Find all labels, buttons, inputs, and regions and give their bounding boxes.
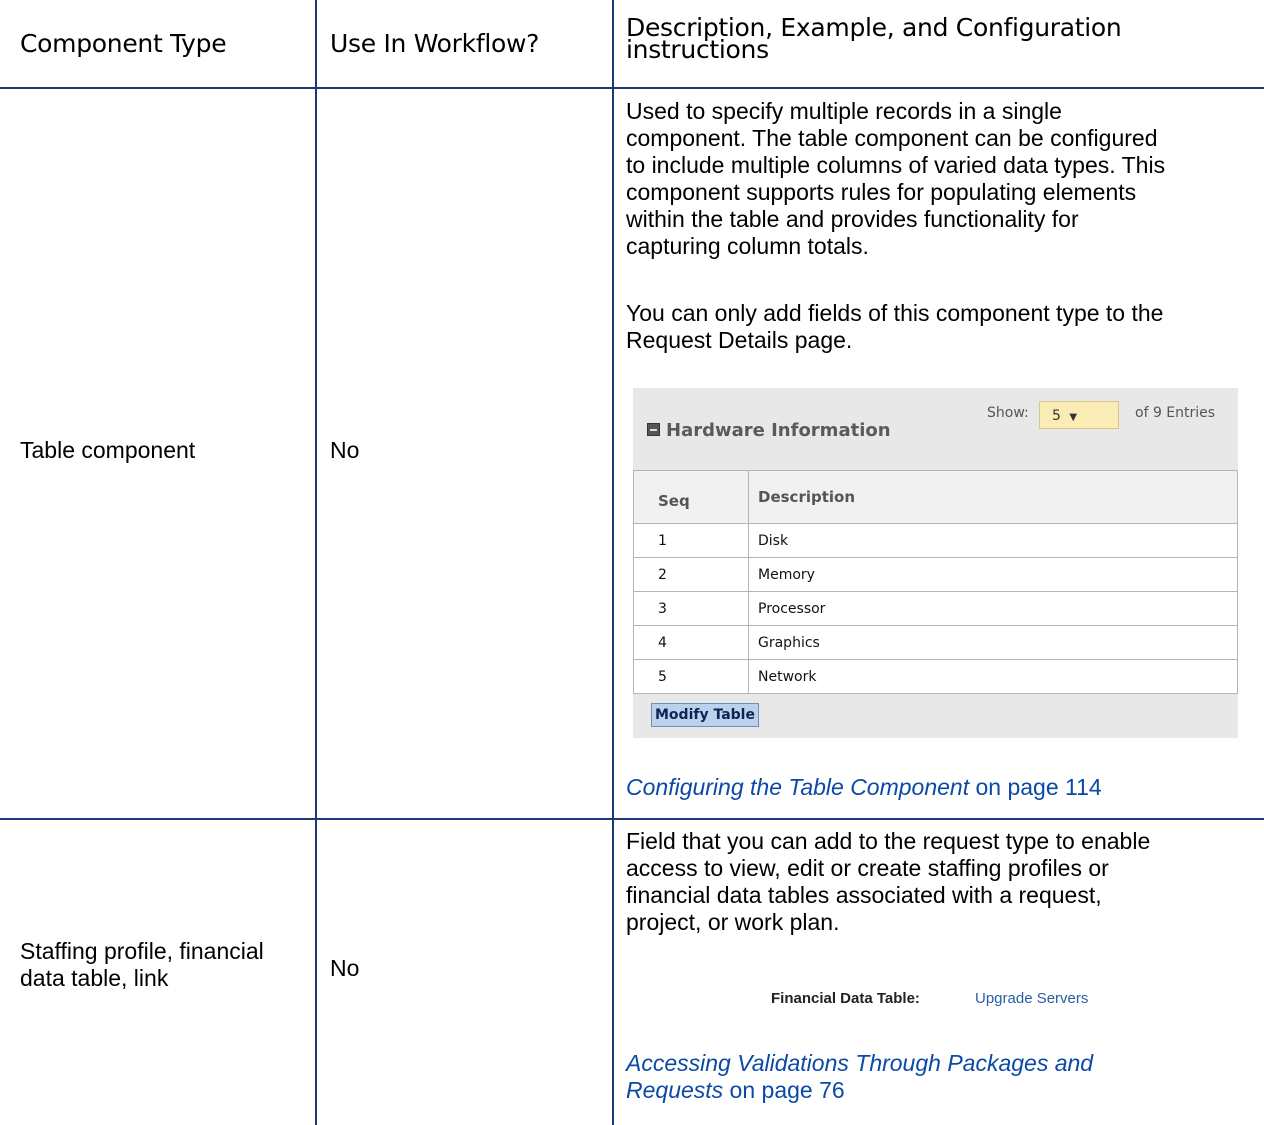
upgrade-servers-link[interactable]: Upgrade Servers	[975, 990, 1088, 1007]
configuring-table-link[interactable]: Configuring the Table Component	[626, 774, 969, 800]
col-header-seq[interactable]: Seq	[633, 470, 749, 524]
row-description: Memory	[748, 557, 1238, 592]
row-seq: 1	[633, 523, 749, 558]
row1-desc-line: Used to specify multiple records in a si…	[626, 98, 1062, 124]
row2-description: Field that you can add to the request ty…	[626, 828, 1150, 936]
row2-component-type-line2: data table, link	[20, 965, 169, 991]
row-divider	[0, 818, 1264, 820]
row2-component-type: Staffing profile, financial data table, …	[20, 938, 264, 992]
hardware-information-widget: Hardware Information Show: 5 ▼ of 9 Entr…	[633, 388, 1238, 738]
column-divider-1	[315, 0, 317, 1125]
show-label: Show:	[987, 405, 1029, 421]
row2-reference: Accessing Validations Through Packages a…	[626, 1050, 1093, 1104]
col-header-description[interactable]: Description	[748, 470, 1238, 524]
table-row[interactable]: 5 Network	[633, 659, 1238, 694]
row-description: Processor	[748, 591, 1238, 626]
header-top-rule	[0, 0, 1264, 1]
table-row[interactable]: 3 Processor	[633, 591, 1238, 626]
row1-reference: Configuring the Table Component on page …	[626, 774, 1102, 801]
row-seq: 5	[633, 659, 749, 694]
row1-desc-line: within the table and provides functional…	[626, 206, 1079, 232]
row2-desc-line: Field that you can add to the request ty…	[626, 828, 1151, 854]
header-description: Description, Example, and Configuration …	[626, 14, 1122, 64]
chevron-down-icon: ▼	[1069, 412, 1078, 423]
row1-component-type: Table component	[20, 437, 196, 463]
accessing-validations-link-line1[interactable]: Accessing Validations Through Packages a…	[626, 1050, 1093, 1076]
table-row[interactable]: 1 Disk	[633, 523, 1238, 558]
row2-desc-line: access to view, edit or create staffing …	[626, 855, 1109, 881]
widget-title-text: Hardware Information	[666, 420, 891, 441]
financial-data-table-label: Financial Data Table:	[771, 990, 920, 1007]
row-description: Network	[748, 659, 1238, 694]
row1-note-line: You can only add fields of this componen…	[626, 300, 1164, 326]
column-divider-2	[612, 0, 614, 1125]
header-use-in-workflow: Use In Workflow?	[330, 29, 540, 58]
row2-use-in-workflow: No	[330, 955, 360, 981]
row1-description: Used to specify multiple records in a si…	[626, 98, 1165, 260]
show-select-value: 5	[1052, 408, 1061, 424]
collapse-icon[interactable]	[647, 423, 660, 436]
header-component-type: Component Type	[20, 29, 227, 58]
row1-note-line: Request Details page.	[626, 327, 853, 353]
row1-note: You can only add fields of this componen…	[626, 300, 1163, 354]
hardware-table: Seq Description 1 Disk 2 Memory 3 Proces…	[633, 470, 1238, 694]
header-bottom-rule	[0, 87, 1264, 89]
row1-page-ref[interactable]: on page 114	[969, 774, 1101, 800]
row2-desc-line: financial data tables associated with a …	[626, 882, 1102, 908]
accessing-validations-link-line2[interactable]: Requests	[626, 1077, 723, 1103]
table-row[interactable]: 2 Memory	[633, 557, 1238, 592]
table-row[interactable]: 4 Graphics	[633, 625, 1238, 660]
entries-count: of 9 Entries	[1135, 405, 1216, 421]
row1-desc-line: component. The table component can be co…	[626, 125, 1158, 151]
row-seq: 3	[633, 591, 749, 626]
widget-title: Hardware Information	[647, 420, 891, 441]
row2-page-ref[interactable]: on page 76	[723, 1077, 845, 1103]
row2-component-type-line1: Staffing profile, financial	[20, 938, 264, 964]
modify-table-button[interactable]: Modify Table	[651, 703, 759, 727]
row-seq: 4	[633, 625, 749, 660]
row1-desc-line: to include multiple columns of varied da…	[626, 152, 1166, 178]
row1-use-in-workflow: No	[330, 437, 360, 463]
row1-desc-line: capturing column totals.	[626, 233, 869, 259]
hardware-table-header: Seq Description	[633, 470, 1238, 524]
row2-desc-line: project, or work plan.	[626, 909, 840, 935]
row-description: Graphics	[748, 625, 1238, 660]
row-seq: 2	[633, 557, 749, 592]
row1-desc-line: component supports rules for populating …	[626, 179, 1137, 205]
show-select[interactable]: 5 ▼	[1039, 401, 1119, 429]
row-description: Disk	[748, 523, 1238, 558]
